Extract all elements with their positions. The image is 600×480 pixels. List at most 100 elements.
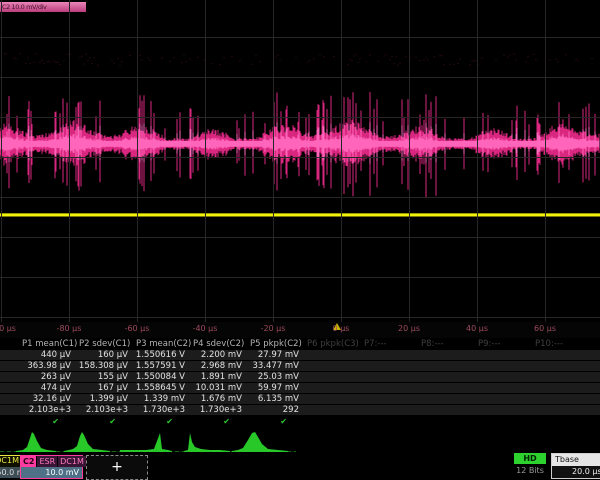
param-status-check: ✔ — [20, 416, 77, 427]
time-ruler-label: -40 µs — [193, 324, 218, 333]
param-value — [305, 350, 362, 360]
histicon-p3[interactable] — [120, 430, 172, 452]
hd-badge: HD — [514, 453, 546, 464]
c2-descriptor[interactable]: C2 ESR DC1M 10.0 mV — [20, 455, 83, 479]
param-value — [476, 405, 533, 415]
param-value: 1.676 mV — [191, 394, 248, 404]
param-value — [305, 394, 362, 404]
param-status-check: ✔ — [248, 416, 305, 427]
param-value: 167 µV — [77, 383, 134, 393]
param-value: 59.97 mV — [248, 383, 305, 393]
param-status-check: ✔ — [191, 416, 248, 427]
param-value: 1.891 mV — [191, 372, 248, 382]
param-value: 158.308 µV — [77, 361, 134, 371]
bottom-bar: DC1M 50.0 mV C2 ESR DC1M 10.0 mV + HD 12… — [0, 455, 600, 480]
param-value — [362, 361, 419, 371]
add-trace-button[interactable]: + — [86, 455, 148, 480]
grid-vline — [545, 0, 546, 322]
param-value — [476, 361, 533, 371]
histicon-p1[interactable] — [16, 430, 56, 452]
histicon-p5[interactable] — [232, 430, 288, 452]
param-value: 1.399 µV — [77, 394, 134, 404]
param-header[interactable]: P10:--- — [533, 339, 590, 350]
grid-hline — [0, 157, 600, 158]
param-status-check: ✔ — [77, 416, 134, 427]
param-value — [419, 361, 476, 371]
param-value — [476, 372, 533, 382]
time-ruler: -100 µs-80 µs-60 µs-40 µs-20 µs0 µs20 µs… — [0, 322, 600, 338]
grid-hline — [0, 77, 600, 78]
param-value — [419, 405, 476, 415]
param-value — [419, 394, 476, 404]
param-value — [362, 383, 419, 393]
param-value: 1.730e+3 — [134, 405, 191, 415]
param-value — [476, 383, 533, 393]
grid-vline — [205, 0, 206, 322]
time-ruler-label: 0 µs — [333, 324, 350, 333]
histicon-shape — [16, 432, 56, 452]
param-value — [533, 394, 590, 404]
c2-channel-badge: C2 — [21, 456, 36, 467]
histicon-p4[interactable] — [184, 430, 230, 452]
param-header[interactable]: P2 sdev(C1) — [77, 339, 134, 350]
param-value — [419, 372, 476, 382]
c2-persistence-speckle — [4, 53, 592, 66]
c2-trace-label[interactable]: C2 10.0 mV/div — [0, 2, 86, 12]
grid-vline — [477, 0, 478, 322]
param-value: 1.557591 V — [134, 361, 191, 371]
param-header[interactable]: P3 mean(C2) — [134, 339, 191, 350]
grid-hline — [0, 317, 600, 318]
param-value — [305, 383, 362, 393]
param-value — [533, 405, 590, 415]
histicon-shape — [64, 432, 110, 452]
param-value — [533, 372, 590, 382]
grid-hline — [0, 277, 600, 278]
table-row: 363.98 µV158.308 µV1.557591 V2.968 mV33.… — [0, 361, 600, 372]
oscilloscope-screen: C2 10.0 mV/div -100 µs-80 µs-60 µs-40 µs… — [0, 0, 600, 480]
param-header[interactable]: P5 pkpk(C2) — [248, 339, 305, 350]
graticule[interactable]: C2 10.0 mV/div — [0, 0, 600, 322]
timebase-descriptor[interactable]: Tbase 20.0 µs/div — [551, 453, 600, 479]
time-ruler-label: 60 µs — [534, 324, 556, 333]
param-header[interactable]: P9:--- — [476, 339, 533, 350]
param-value: 155 µV — [77, 372, 134, 382]
grid-vline — [341, 0, 342, 322]
grid-hline — [0, 237, 600, 238]
param-value — [533, 350, 590, 360]
table-row: 32.16 µV1.399 µV1.339 mV1.676 mV6.135 mV — [0, 394, 600, 405]
param-header[interactable]: P6 pkpk(C3) — [305, 339, 362, 350]
c2-scale-value: 10.0 mV — [21, 467, 82, 478]
measurement-table: P1 mean(C1)P2 sdev(C1)P3 mean(C2)P4 sdev… — [0, 339, 600, 427]
param-value: 440 µV — [20, 350, 77, 360]
param-value — [533, 361, 590, 371]
param-status-check — [305, 416, 362, 427]
waveform-traces — [0, 0, 600, 322]
param-status-check — [476, 416, 533, 427]
param-value: 1.550616 V — [134, 350, 191, 360]
param-value: 474 µV — [20, 383, 77, 393]
param-header[interactable]: P8:--- — [419, 339, 476, 350]
param-value — [476, 350, 533, 360]
histicon-shape — [184, 433, 230, 452]
param-value: 32.16 µV — [20, 394, 77, 404]
grid-vline — [69, 0, 70, 322]
histicon-p2[interactable] — [64, 430, 110, 452]
param-value: 27.97 mV — [248, 350, 305, 360]
table-row: 474 µV167 µV1.558645 V10.031 mV59.97 mV — [0, 383, 600, 394]
table-row: 440 µV160 µV1.550616 V2.200 mV27.97 mV — [0, 350, 600, 361]
param-value — [362, 405, 419, 415]
param-header[interactable]: P1 mean(C1) — [20, 339, 77, 350]
param-value — [362, 372, 419, 382]
param-value — [362, 350, 419, 360]
table-row: ✔✔✔✔✔ — [0, 416, 600, 427]
param-status-check — [533, 416, 590, 427]
table-row: P1 mean(C1)P2 sdev(C1)P3 mean(C2)P4 sdev… — [0, 339, 600, 350]
param-header[interactable]: P7:--- — [362, 339, 419, 350]
param-header[interactable]: P4 sdev(C2) — [191, 339, 248, 350]
histicon-strip — [0, 430, 600, 455]
param-status-check: ✔ — [134, 416, 191, 427]
grid-vline — [1, 0, 2, 322]
param-value: 263 µV — [20, 372, 77, 382]
param-value — [419, 350, 476, 360]
param-status-check — [419, 416, 476, 427]
